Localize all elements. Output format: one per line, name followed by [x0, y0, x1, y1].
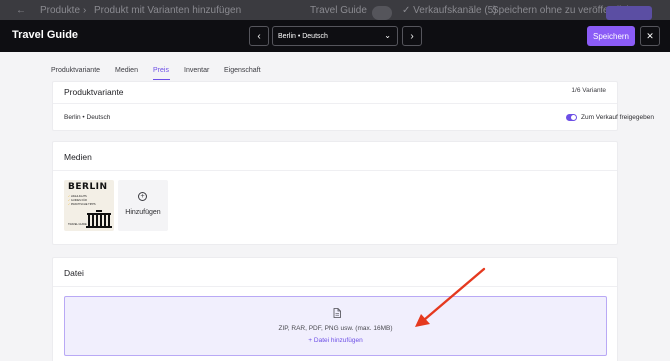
modal-content: Produktvariante Medien Preis Inventar Ei… [0, 52, 670, 361]
tab-medien[interactable]: Medien [115, 67, 138, 74]
breadcrumb-separator: › [83, 5, 87, 16]
file-dropzone[interactable]: ZIP, RAR, PDF, PNG usw. (max. 16MB) + Da… [64, 296, 607, 356]
background-sales-channels: ✓ Verkaufskanäle (5) [402, 5, 497, 16]
variant-selector[interactable]: Berlin • Deutsch ⌄ [272, 26, 398, 46]
divider [53, 286, 617, 287]
variant-name: Berlin • Deutsch [64, 114, 111, 121]
tab-eigenschaft[interactable]: Eigenschaft [224, 67, 261, 74]
variant-selector-value: Berlin • Deutsch [278, 32, 328, 40]
file-icon [333, 308, 341, 318]
variant-card-title: Produktvariante [64, 87, 124, 97]
sale-release-label: Zum Verkauf freigegeben [581, 114, 654, 121]
save-button[interactable]: Speichern [587, 26, 635, 46]
back-arrow-icon: ← [16, 5, 26, 16]
add-media-label: Hinzufügen [125, 209, 161, 216]
divider [53, 103, 617, 104]
thumbnail-line: ✓ PRAKTISCHE TIPPS [68, 203, 96, 206]
sale-release-toggle[interactable] [566, 114, 577, 121]
thumbnail-line: ✓ GUIDES FÜR [68, 199, 87, 202]
file-format-hint: ZIP, RAR, PDF, PNG usw. (max. 16MB) [278, 325, 393, 332]
tab-preis[interactable]: Preis [153, 67, 169, 74]
add-file-link[interactable]: + Datei hinzufügen [65, 337, 606, 344]
active-tab-indicator [153, 79, 170, 80]
background-toggle [372, 6, 392, 20]
brandenburg-gate-icon [86, 210, 112, 228]
breadcrumb-products: Produkte [40, 5, 81, 16]
close-icon: ✕ [646, 30, 654, 41]
media-thumbnail-berlin[interactable]: BERLIN ✓ HIGHLIGHTS ✓ GUIDES FÜR ✓ PRAKT… [64, 180, 114, 231]
media-card: Medien BERLIN ✓ HIGHLIGHTS ✓ GUIDES FÜR … [52, 141, 618, 245]
add-media-button[interactable]: + Hinzufügen [118, 180, 168, 231]
close-button[interactable]: ✕ [640, 26, 660, 46]
background-app-name: Travel Guide [310, 5, 367, 16]
thumbnail-title: BERLIN [68, 182, 108, 192]
previous-variant-button[interactable]: ‹ [249, 26, 269, 46]
media-card-title: Medien [64, 152, 92, 162]
tab-produktvariante[interactable]: Produktvariante [51, 67, 100, 74]
tab-inventar[interactable]: Inventar [184, 67, 209, 74]
breadcrumb-add-variant: Produkt mit Varianten hinzufügen [94, 5, 242, 16]
thumbnail-line: ✓ HIGHLIGHTS [68, 195, 87, 198]
variant-counter: 1/6 Variante [571, 87, 606, 94]
background-page-header: ← Produkte › Produkt mit Varianten hinzu… [0, 0, 670, 20]
divider [53, 170, 617, 171]
thumbnail-footer: TRAVEL GUIDE [68, 223, 87, 226]
variant-card: Produktvariante 1/6 Variante Berlin • De… [52, 81, 654, 131]
plus-circle-icon: + [138, 192, 147, 201]
modal-title: Travel Guide [12, 29, 79, 41]
modal-header: Travel Guide ‹ Berlin • Deutsch ⌄ › Spei… [0, 20, 670, 52]
chevron-right-icon: › [410, 30, 414, 42]
file-card: Datei ZIP, RAR, PDF, PNG usw. (max. 16MB… [52, 257, 618, 361]
chevron-down-icon: ⌄ [384, 31, 391, 40]
background-primary-button [606, 6, 652, 20]
next-variant-button[interactable]: › [402, 26, 422, 46]
chevron-left-icon: ‹ [257, 30, 261, 42]
file-card-title: Datei [64, 268, 84, 278]
